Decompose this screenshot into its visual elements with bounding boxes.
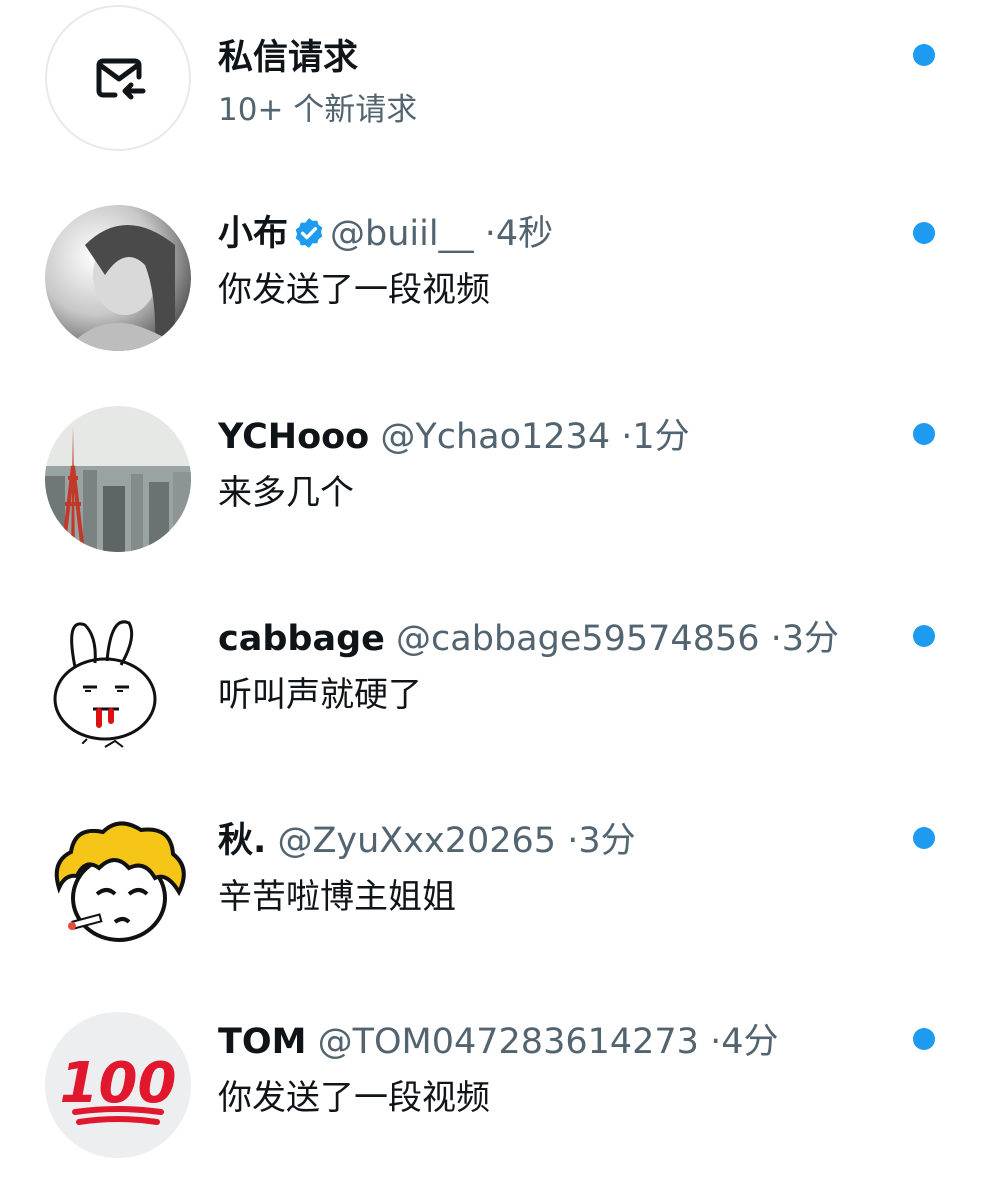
- mail-arrow-icon: [96, 58, 146, 100]
- handle: @ZyuXxx20265: [277, 821, 557, 861]
- conversation-text: YCHooo @Ychao1234 ·1分 来多几个: [218, 415, 891, 515]
- hundred-points-icon: 100: [45, 1012, 191, 1158]
- timestamp: 3分: [781, 619, 840, 659]
- separator: ·: [621, 417, 633, 457]
- message-requests-text: 私信请求 10+ 个新请求: [218, 36, 891, 132]
- unread-dot-icon: [913, 423, 935, 445]
- timestamp: 4秒: [495, 214, 554, 254]
- unread-dot-icon: [913, 222, 935, 244]
- message-requests-count: 10+ 个新请求: [218, 92, 418, 128]
- conversation-header: TOM @TOM047283614273 ·4分: [218, 1020, 891, 1064]
- handle: @Ychao1234: [380, 417, 611, 457]
- conversation-row[interactable]: 100 TOM @TOM047283614273 ·4分 你发送了一段视频: [0, 1010, 981, 1200]
- conversation-text: cabbage @cabbage59574856 ·3分 听叫声就硬了: [218, 617, 891, 717]
- conversation-header: cabbage @cabbage59574856 ·3分: [218, 617, 891, 661]
- avatar[interactable]: [45, 607, 191, 753]
- separator: ·: [710, 1022, 722, 1062]
- message-preview: 你发送了一段视频: [218, 1078, 490, 1118]
- avatar[interactable]: 100: [45, 1012, 191, 1158]
- timestamp: 4分: [721, 1022, 779, 1062]
- message-requests-row[interactable]: 私信请求 10+ 个新请求: [0, 0, 981, 190]
- message-preview: 辛苦啦博主姐姐: [218, 877, 456, 917]
- avatar[interactable]: [45, 406, 191, 552]
- timestamp: 1分: [632, 417, 690, 457]
- unread-dot-icon: [913, 44, 935, 66]
- conversation-row[interactable]: 小布 @buiil__ ·4秒 你发送了一段视频: [0, 200, 981, 390]
- unread-dot-icon: [913, 827, 935, 849]
- message-preview: 来多几个: [218, 473, 354, 513]
- display-name[interactable]: 小布: [218, 214, 288, 254]
- separator: ·: [484, 214, 496, 254]
- separator: ·: [770, 619, 782, 659]
- message-preview: 听叫声就硬了: [218, 675, 422, 715]
- avatar[interactable]: [45, 812, 191, 958]
- conversation-header: 秋. @ZyuXxx20265 ·3分: [218, 819, 891, 863]
- display-name[interactable]: TOM: [218, 1022, 306, 1062]
- handle: @buiil__: [330, 214, 474, 254]
- verified-badge-icon: [295, 218, 323, 248]
- avatar-drawing: [45, 812, 191, 958]
- conversation-row[interactable]: YCHooo @Ychao1234 ·1分 来多几个: [0, 403, 981, 593]
- display-name[interactable]: cabbage: [218, 619, 385, 659]
- conversation-text: 秋. @ZyuXxx20265 ·3分 辛苦啦博主姐姐: [218, 819, 891, 919]
- conversation-text: TOM @TOM047283614273 ·4分 你发送了一段视频: [218, 1020, 891, 1120]
- timestamp: 3分: [578, 821, 636, 861]
- unread-dot-icon: [913, 625, 935, 647]
- handle: @TOM047283614273: [317, 1022, 699, 1062]
- message-requests-title: 私信请求: [218, 38, 359, 78]
- handle: @cabbage59574856: [396, 619, 760, 659]
- avatar-photo: [45, 205, 191, 351]
- separator: ·: [567, 821, 579, 861]
- avatar-photo: [45, 406, 191, 552]
- message-requests-avatar: [45, 5, 191, 151]
- unread-dot-icon: [913, 1028, 935, 1050]
- conversation-header: YCHooo @Ychao1234 ·1分: [218, 415, 891, 459]
- avatar[interactable]: [45, 205, 191, 351]
- display-name[interactable]: YCHooo: [218, 417, 369, 457]
- conversation-header: 小布 @buiil__ ·4秒: [218, 212, 891, 256]
- conversation-row[interactable]: cabbage @cabbage59574856 ·3分 听叫声就硬了: [0, 605, 981, 795]
- display-name[interactable]: 秋.: [218, 821, 266, 861]
- avatar-drawing: [45, 607, 191, 753]
- conversation-text: 小布 @buiil__ ·4秒 你发送了一段视频: [218, 212, 891, 312]
- conversation-row[interactable]: 秋. @ZyuXxx20265 ·3分 辛苦啦博主姐姐: [0, 807, 981, 997]
- message-preview: 你发送了一段视频: [218, 270, 490, 310]
